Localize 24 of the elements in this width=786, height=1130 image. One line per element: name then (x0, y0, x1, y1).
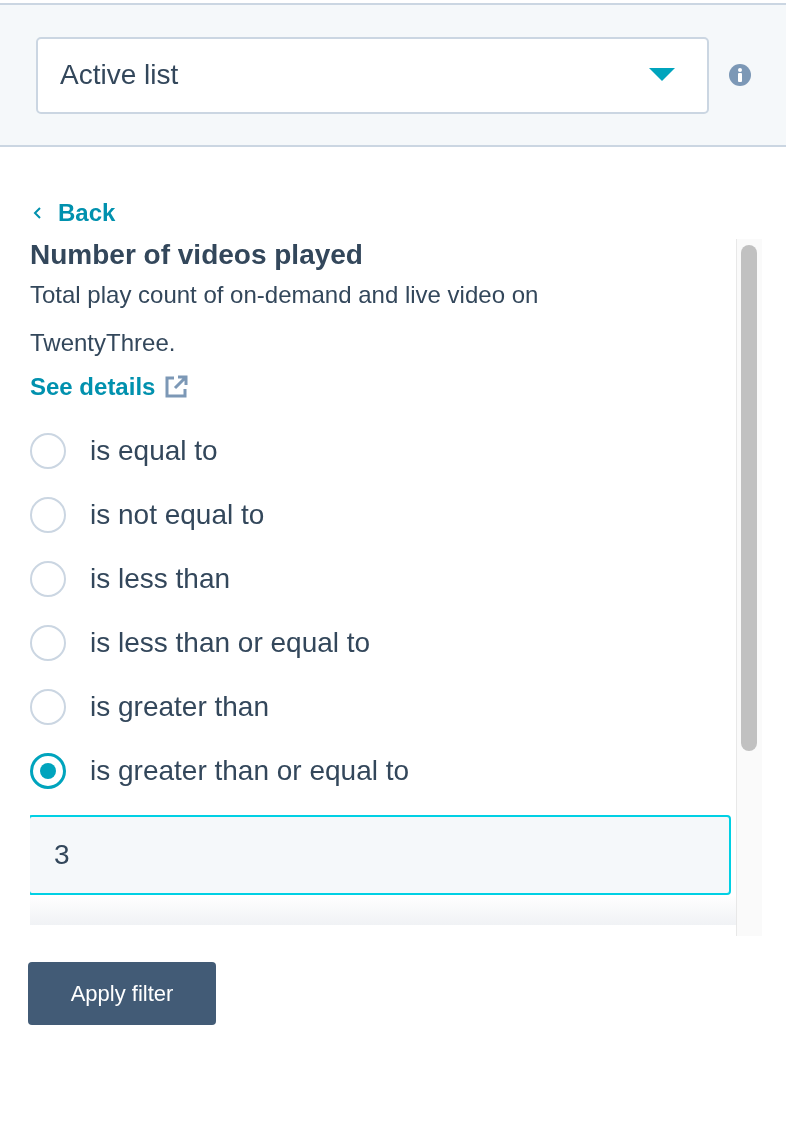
operator-option[interactable]: is equal to (30, 431, 736, 471)
back-link[interactable]: Back (32, 199, 116, 227)
radio-button[interactable] (30, 433, 66, 469)
property-description: Total play count of on-demand and live video on TwentyThree. (30, 280, 540, 358)
value-input-field[interactable]: 3 (30, 815, 731, 895)
scrollbar[interactable] (736, 239, 762, 936)
operator-option[interactable]: is greater than (30, 687, 736, 727)
radio-button[interactable] (30, 625, 66, 661)
operator-option[interactable]: is greater than or equal to (30, 751, 736, 791)
see-details-link[interactable]: See details (30, 373, 190, 401)
radio-button[interactable] (30, 561, 66, 597)
info-icon[interactable] (729, 64, 751, 86)
operator-option[interactable]: is less than or equal to (30, 623, 736, 663)
external-link-icon (163, 374, 190, 400)
apply-filter-button[interactable]: Apply filter (28, 962, 216, 1025)
operator-option[interactable]: is not equal to (30, 495, 736, 535)
radio-button[interactable] (30, 689, 66, 725)
radio-button[interactable] (30, 753, 66, 789)
list-type-dropdown[interactable]: Active list (36, 36, 709, 114)
property-title: Number of videos played (30, 239, 364, 271)
operator-option[interactable]: is less than (30, 559, 736, 599)
radio-button[interactable] (30, 497, 66, 533)
caret-icon (649, 68, 675, 82)
chevron-left-icon (32, 206, 42, 220)
